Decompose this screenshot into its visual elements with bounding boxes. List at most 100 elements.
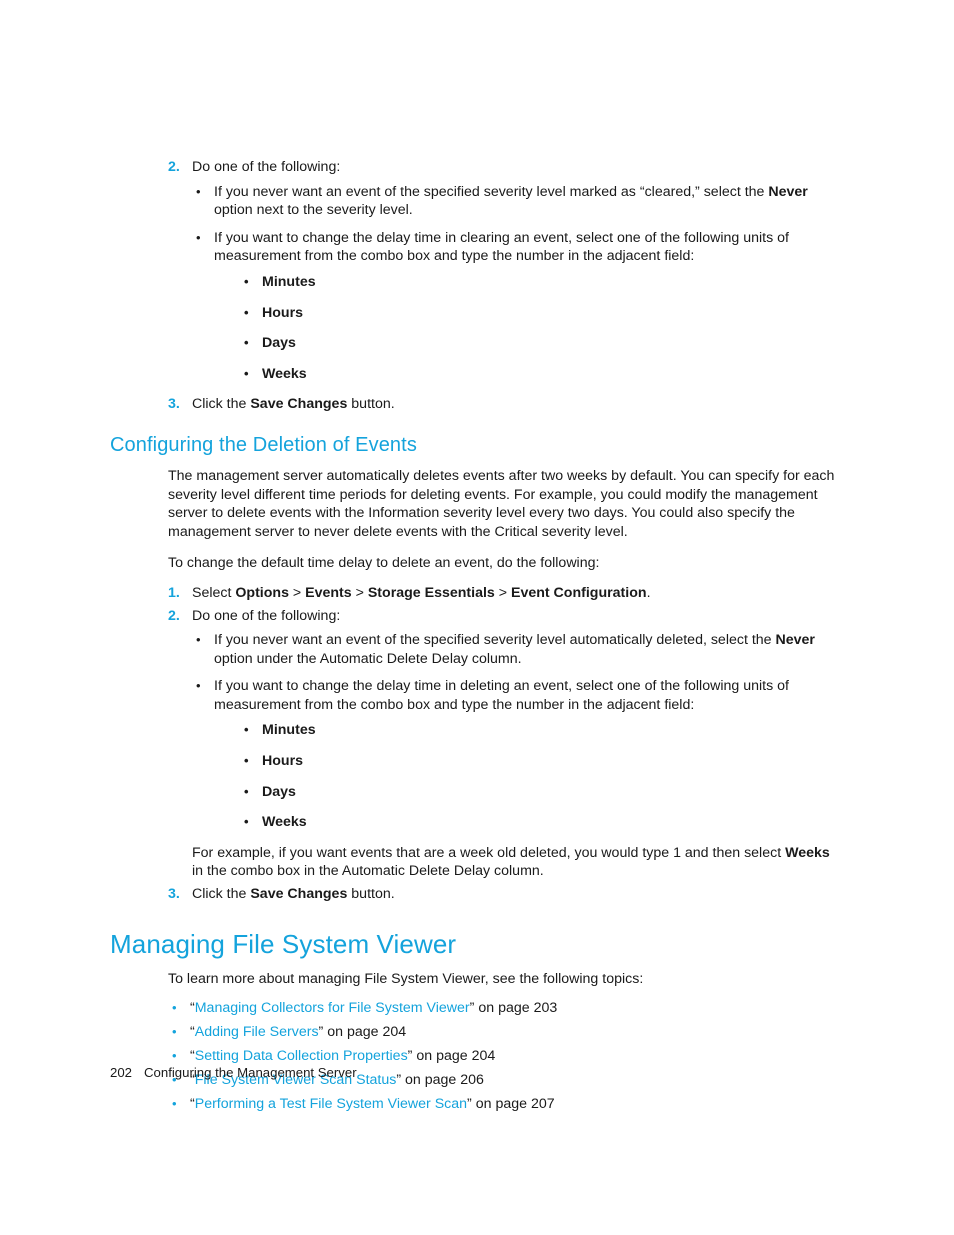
step-text-bold: Save Changes	[250, 886, 348, 903]
menu-path-separator: >	[288, 584, 306, 601]
menu-path-events: Events	[305, 584, 352, 601]
step-item: 3. Click the Save Changes button.	[168, 395, 835, 414]
example-suffix: in the combo box in the Automatic Delete…	[192, 863, 544, 880]
step-number: 2.	[168, 607, 180, 624]
menu-path-separator: >	[494, 584, 511, 601]
menu-path-options: Options	[235, 584, 289, 601]
top-steps-list: 2. Do one of the following: • If you nev…	[168, 158, 835, 414]
bullet-text-prefix: If you want to change the delay time in …	[214, 678, 789, 713]
list-item: • “Performing a Test File System Viewer …	[168, 1095, 835, 1114]
step-text: Do one of the following:	[192, 607, 341, 624]
unit-item: • Minutes	[240, 273, 835, 292]
example-paragraph: For example, if you want events that are…	[192, 844, 835, 881]
document-page: 2. Do one of the following: • If you nev…	[0, 0, 954, 1235]
related-topics-list: • “Managing Collectors for File System V…	[168, 999, 835, 1114]
bullet-icon: •	[244, 722, 249, 738]
step-number: 2.	[168, 159, 180, 175]
unit-list: • Minutes • Hours • Days • Weeks	[240, 721, 835, 831]
unit-label: Hours	[262, 304, 303, 321]
step-item: 3. Click the Save Changes button.	[168, 885, 835, 904]
page-reference: on page 204	[412, 1048, 496, 1065]
unit-label: Weeks	[262, 814, 307, 831]
step-text-bold: Save Changes	[250, 396, 348, 413]
step-text: Click the Save Changes button.	[192, 885, 835, 904]
list-item: • “Adding File Servers” on page 204	[168, 1023, 835, 1042]
bullet-icon: •	[196, 632, 201, 648]
section-heading-file-system-viewer: Managing File System Viewer	[110, 928, 457, 959]
unit-item: • Hours	[240, 752, 835, 771]
bullet-icon: •	[244, 753, 249, 769]
step-text-prefix: Click the	[192, 886, 251, 903]
fsv-lead-in-paragraph: To learn more about managing File System…	[168, 970, 644, 987]
menu-path-separator: >	[351, 584, 368, 601]
intro-paragraph: The management server automatically dele…	[168, 467, 835, 540]
bullet-text-bold: Never	[768, 183, 808, 200]
step-bullet-list: • If you never want an event of the spec…	[192, 183, 835, 384]
section-fsv-body: To learn more about managing File System…	[168, 970, 835, 989]
bullet-item: • If you want to change the delay time i…	[192, 229, 835, 384]
unit-item: • Days	[240, 783, 835, 802]
xref-link-performing-a-test-scan[interactable]: Performing a Test File System Viewer Sca…	[195, 1096, 467, 1112]
step-text-prefix: Click the	[192, 396, 251, 413]
footer-chapter-title: Configuring the Management Server	[144, 1065, 357, 1080]
unit-label: Weeks	[262, 365, 307, 382]
section-heading-deletion: Configuring the Deletion of Events	[110, 433, 417, 456]
bullet-icon: •	[244, 814, 249, 830]
example-bold: Weeks	[785, 844, 830, 861]
unit-item: • Hours	[240, 304, 835, 323]
page-reference: on page 207	[471, 1096, 555, 1113]
page-number: 202	[110, 1065, 133, 1080]
bullet-icon: •	[244, 783, 249, 799]
unit-label: Hours	[262, 753, 303, 770]
unit-item: • Days	[240, 334, 835, 353]
menu-path-event-configuration: Event Configuration	[510, 584, 647, 601]
example-prefix: For example, if you want events that are…	[192, 844, 786, 861]
menu-path-storage-essentials: Storage Essentials	[367, 584, 495, 601]
step-item: 2. Do one of the following: • If you nev…	[168, 158, 835, 383]
bullet-icon: •	[196, 183, 201, 199]
section-deletion-body: The management server automatically dele…	[168, 467, 835, 573]
bullet-icon: •	[244, 365, 249, 381]
step-number: 1.	[168, 584, 180, 601]
step-text-suffix: button.	[347, 886, 395, 903]
unit-label: Days	[262, 783, 296, 800]
unit-item: • Weeks	[240, 813, 835, 832]
step-text: Do one of the following:	[192, 159, 341, 175]
step-item: 1. Select Options > Events > Storage Ess…	[168, 584, 835, 603]
bullet-item: • If you want to change the delay time i…	[192, 677, 835, 832]
bullet-icon: •	[244, 304, 249, 320]
page-content: 2. Do one of the following: • If you nev…	[110, 158, 835, 1120]
unit-label: Days	[262, 335, 296, 352]
step-item: 2. Do one of the following: • If you nev…	[168, 607, 835, 882]
xref-link-setting-data-collection-properties[interactable]: Setting Data Collection Properties	[195, 1048, 408, 1064]
step-text: Click the Save Changes button.	[192, 395, 835, 414]
bullet-icon: •	[172, 1096, 177, 1112]
xref-link-managing-collectors[interactable]: Managing Collectors for File System View…	[195, 1000, 470, 1016]
bullet-text-prefix: If you never want an event of the specif…	[214, 632, 776, 649]
bullet-icon: •	[196, 229, 201, 245]
unit-item: • Weeks	[240, 365, 835, 384]
page-reference: on page 204	[323, 1024, 407, 1041]
step-text-suffix: button.	[347, 396, 395, 413]
bullet-icon: •	[196, 678, 201, 694]
unit-list: • Minutes • Hours • Days • Weeks	[240, 273, 835, 383]
bullet-icon: •	[172, 1024, 177, 1040]
bullet-icon: •	[244, 273, 249, 289]
bullet-item: • If you never want an event of the spec…	[192, 183, 835, 220]
page-footer: 202 Configuring the Management Server	[110, 1064, 357, 1081]
bullet-text-suffix: option next to the severity level.	[214, 202, 413, 219]
bullet-text-bold: Never	[775, 632, 815, 649]
step-text-trailing: .	[646, 584, 651, 601]
list-item: • “Managing Collectors for File System V…	[168, 999, 835, 1018]
step-bullet-list: • If you never want an event of the spec…	[192, 631, 835, 832]
bullet-icon: •	[172, 1000, 177, 1016]
bullet-icon: •	[244, 335, 249, 351]
page-reference: on page 203	[474, 1000, 558, 1017]
unit-label: Minutes	[262, 722, 316, 739]
xref-link-adding-file-servers[interactable]: Adding File Servers	[195, 1024, 319, 1040]
select-word: Select	[192, 584, 236, 601]
bullet-item: • If you never want an event of the spec…	[192, 631, 835, 668]
bullet-text-prefix: If you want to change the delay time in …	[214, 229, 789, 265]
bullet-text-prefix: If you never want an event of the specif…	[214, 183, 769, 200]
bullet-text-suffix: option under the Automatic Delete Delay …	[214, 650, 522, 667]
